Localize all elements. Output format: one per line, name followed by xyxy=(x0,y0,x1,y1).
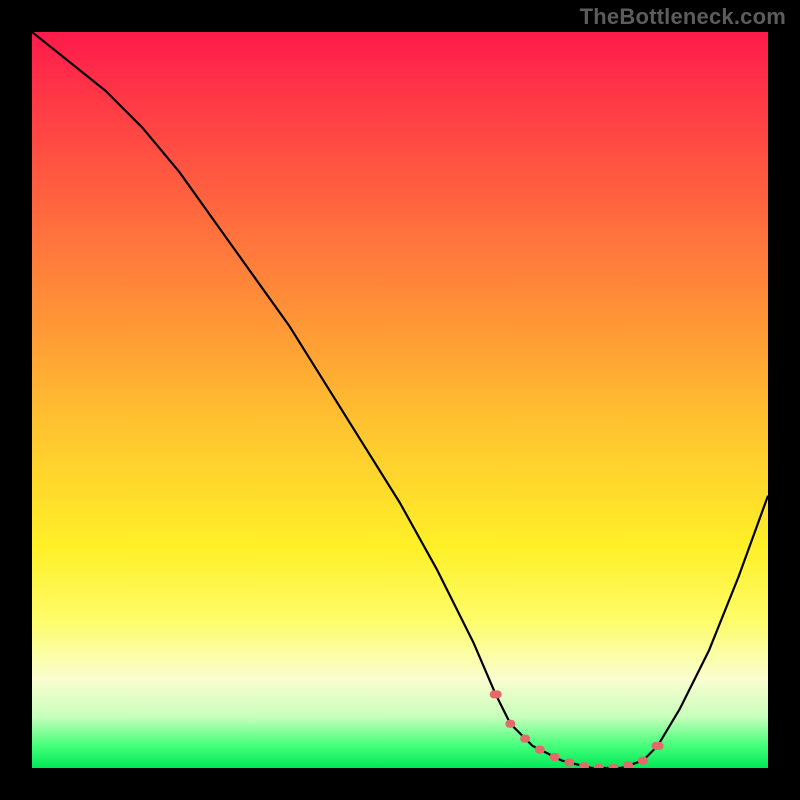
optimal-marker xyxy=(505,720,515,728)
optimal-marker xyxy=(535,746,545,754)
optimal-marker xyxy=(579,762,589,768)
chart-container: TheBottleneck.com xyxy=(0,0,800,800)
optimal-marker xyxy=(652,742,664,750)
optimal-marker xyxy=(520,735,530,743)
optimal-marker xyxy=(594,764,604,768)
optimal-marker xyxy=(638,757,648,765)
curve-svg xyxy=(32,32,768,768)
plot-area xyxy=(32,32,768,768)
optimal-marker xyxy=(623,762,633,769)
optimal-marker xyxy=(550,753,560,761)
bottleneck-curve xyxy=(32,32,768,768)
optimal-marker xyxy=(564,759,574,767)
watermark-text: TheBottleneck.com xyxy=(580,4,786,30)
bottleneck-curve-path xyxy=(32,32,768,768)
optimal-marker xyxy=(608,764,618,768)
optimal-marker xyxy=(490,690,502,698)
